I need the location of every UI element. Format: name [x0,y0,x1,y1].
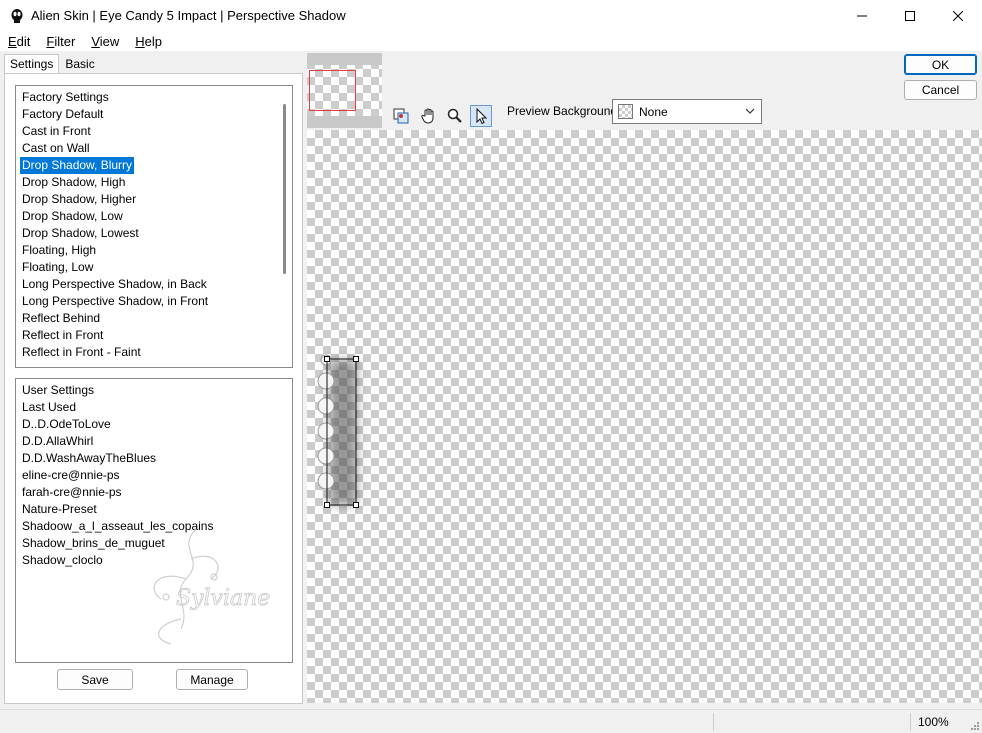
list-item[interactable]: Reflect Behind [16,310,292,327]
zoom-tool-icon [447,108,462,123]
resize-grip-icon[interactable] [969,720,979,730]
menu-edit[interactable]: Edit [0,34,38,49]
save-button[interactable]: Save [57,669,133,690]
preview-canvas[interactable] [307,130,982,703]
list-item[interactable]: Drop Shadow, Low [16,208,292,225]
manage-button[interactable]: Manage [176,669,248,690]
chevron-down-icon [745,108,755,114]
tab-settings[interactable]: Settings [4,54,60,74]
list-item-label: Cast on Wall [22,141,90,155]
list-item-label: Long Perspective Shadow, in Front [22,294,209,308]
list-item[interactable]: Drop Shadow, Lowest [16,225,292,242]
list-item-label: Reflect in Front [22,328,104,342]
user-settings-list[interactable]: User Settings Last Used D..D.OdeToLove D.D… [15,378,293,663]
list-item-label: eline-cre@nnie-ps [22,468,120,482]
settings-panel: Factory Settings Factory Default Cast in … [4,73,303,704]
list-item[interactable]: Floating, Low [16,259,292,276]
list-item-label: Nature-Preset [22,502,97,516]
list-item-label: Drop Shadow, High [22,175,126,189]
list-item-label: D.D.AllaWhirl [22,434,94,448]
pointer-tool-icon [476,107,488,125]
navigator-thumbnail[interactable] [307,53,382,128]
list-item-label: Drop Shadow, Blurry [20,157,135,174]
list-item[interactable]: Factory Default [16,106,292,123]
list-item[interactable]: Reflect in Front - Faint [16,344,292,361]
list-item[interactable]: eline-cre@nnie-ps [16,467,292,484]
ok-button[interactable]: OK [904,54,977,75]
list-item-label: Last Used [22,400,77,414]
list-item[interactable]: D..D.OdeToLove [16,416,292,433]
list-item[interactable]: D.D.AllaWhirl [16,433,292,450]
list-item[interactable]: Drop Shadow, Higher [16,191,292,208]
navigator-view-rect[interactable] [309,70,356,111]
preview-background-label: Preview Background: [507,104,621,118]
list-item[interactable]: Reflect in Front [16,327,292,344]
list-item[interactable]: Last Used [16,399,292,416]
sylviane-watermark: Sylviane [153,528,271,645]
list-item-label: Drop Shadow, Low [22,209,123,223]
close-icon [953,10,963,21]
menu-bar: Edit Filter View Help [0,31,982,51]
preview-background-value: None [639,104,668,119]
tab-basic[interactable]: Basic [59,54,100,74]
preview-object[interactable] [317,350,377,515]
list-item-label: Factory Default [22,107,104,121]
tab-strip: Settings Basic [4,54,101,74]
list-item-label: D.D.WashAwayTheBlues [22,451,157,465]
list-item[interactable]: Nature-Preset [16,501,292,518]
list-item[interactable]: Floating, High [16,242,292,259]
menu-filter[interactable]: Filter [38,34,83,49]
list-item[interactable]: farah-cre@nnie-ps [16,484,292,501]
list-item[interactable]: Long Perspective Shadow, in Back [16,276,292,293]
list-item-label: Long Perspective Shadow, in Back [22,277,207,291]
list-item[interactable]: Cast in Front [16,123,292,140]
list-item[interactable]: Cast on Wall [16,140,292,157]
status-bar: 100% [0,709,982,733]
list-item-label: Drop Shadow, Lowest [22,226,139,240]
hand-tool[interactable] [418,105,440,127]
list-item[interactable]: Long Perspective Shadow, in Front [16,293,292,310]
maximize-button[interactable] [886,0,934,31]
svg-text:Sylviane: Sylviane [176,586,270,611]
list-item-label: Floating, Low [22,260,94,274]
list-item-label: Reflect Behind [22,311,101,325]
cancel-button[interactable]: Cancel [904,80,977,100]
minimize-icon [857,15,867,16]
list-item[interactable]: D.D.WashAwayTheBlues [16,450,292,467]
list-item[interactable]: Drop Shadow, Blurry [16,157,292,174]
list-item-label: farah-cre@nnie-ps [22,485,122,499]
list-item-label: Shadow_cloclo [22,553,103,567]
preview-background-select[interactable]: None [612,99,762,124]
window-title: Alien Skin | Eye Candy 5 Impact | Perspe… [31,8,346,23]
navigate-tool-icon [393,108,409,124]
menu-help[interactable]: Help [127,34,170,49]
navigate-tool[interactable] [390,105,412,127]
zoom-level: 100% [918,715,949,729]
zoom-tool[interactable] [444,105,466,127]
app-icon [11,8,23,23]
menu-view[interactable]: View [83,34,127,49]
minimize-button[interactable] [838,0,886,31]
user-settings-header: User Settings [22,383,95,397]
pointer-tool[interactable] [470,105,492,127]
factory-settings-header: Factory Settings [22,90,109,104]
list-item-label: Cast in Front [22,124,91,138]
transparent-swatch-icon [618,104,633,119]
list-item-label: Floating, High [22,243,97,257]
list-item-label: D..D.OdeToLove [22,417,111,431]
list-item-label: Drop Shadow, Higher [22,192,137,206]
close-button[interactable] [934,0,982,31]
title-bar: Alien Skin | Eye Candy 5 Impact | Perspe… [0,0,982,31]
factory-scrollbar[interactable] [283,104,286,274]
factory-settings-list[interactable]: Factory Settings Factory Default Cast in … [15,85,293,368]
hand-tool-icon [421,108,434,124]
list-item[interactable]: Drop Shadow, High [16,174,292,191]
maximize-icon [905,10,915,21]
list-item-label: Reflect in Front - Faint [22,345,141,359]
